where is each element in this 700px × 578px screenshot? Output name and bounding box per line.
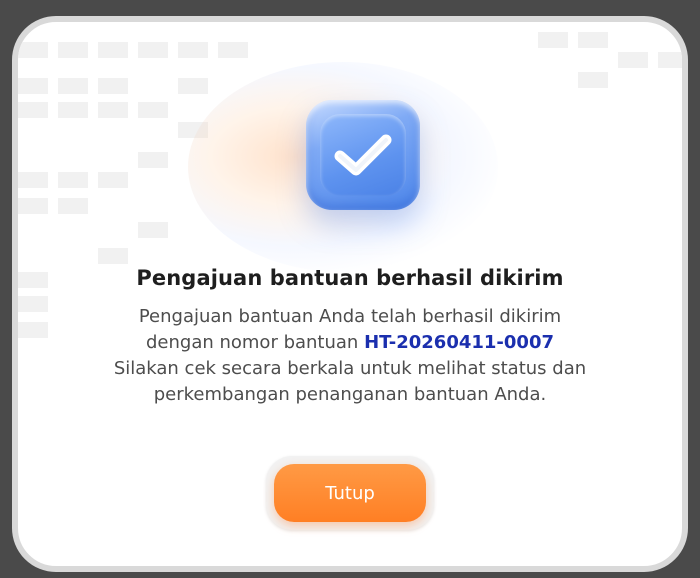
check-icon	[334, 134, 392, 176]
ticket-number: HT-20260411-0007	[364, 332, 554, 353]
dialog-description: Pengajuan bantuan Anda telah berhasil di…	[48, 304, 652, 408]
success-badge	[306, 100, 420, 210]
description-line-2-prefix: dengan nomor bantuan	[145, 332, 365, 353]
description-line-2: dengan nomor bantuan HT-20260411-0007	[48, 330, 652, 356]
description-line-1: Pengajuan bantuan Anda telah berhasil di…	[138, 306, 562, 327]
close-button[interactable]: Tutup	[274, 464, 426, 522]
dialog-title: Pengajuan bantuan berhasil dikirim	[136, 266, 564, 290]
description-line-3: Silakan cek secara berkala untuk melihat…	[113, 358, 587, 379]
success-dialog: Pengajuan bantuan berhasil dikirim Penga…	[12, 16, 688, 572]
close-button-container: Tutup	[266, 456, 434, 530]
description-line-4: perkembangan penanganan bantuan Anda.	[153, 384, 547, 405]
